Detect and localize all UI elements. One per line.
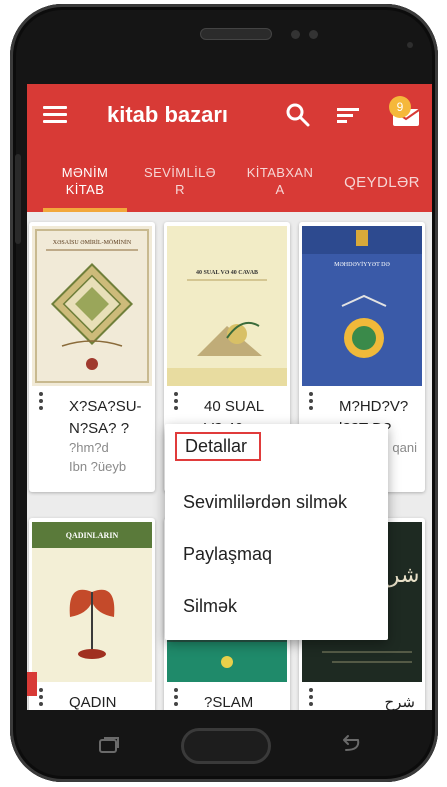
book-card[interactable]: QADINLARIN QADIN xyxy=(29,518,155,710)
book-cover[interactable]: QADINLARIN xyxy=(32,522,152,682)
tab-bar: MƏNİM KİTAB SEVİMLİLƏ R KİTABXAN A QEYDL… xyxy=(27,158,432,212)
tab-label: KİTAB xyxy=(65,182,105,197)
recent-apps-icon[interactable] xyxy=(98,736,120,754)
search-icon[interactable] xyxy=(285,102,311,128)
book-title: QADIN xyxy=(69,694,117,710)
tab-label: A xyxy=(275,182,285,197)
more-vert-icon[interactable] xyxy=(39,392,45,414)
book-cover[interactable]: MƏHDƏVİYYƏT DƏ xyxy=(302,226,422,386)
home-button[interactable] xyxy=(181,728,271,764)
menu-item-share[interactable]: Paylaşmaq xyxy=(183,544,272,565)
tab-label: KİTABXAN xyxy=(246,165,314,180)
tab-sevimliler[interactable]: SEVİMLİLƏ R xyxy=(137,164,223,218)
book-card[interactable]: XƏSAİSU ƏMİRİL-MÖMİNİN X?SA?SU- N?SA? ? ?… xyxy=(29,222,155,492)
cover-heading: MƏHDƏVİYYƏT DƏ xyxy=(334,261,390,268)
tab-indicator xyxy=(43,208,127,212)
tab-label: MƏNİM xyxy=(61,165,109,180)
more-vert-icon[interactable] xyxy=(39,688,45,710)
cover-heading: QADINLARIN xyxy=(66,531,119,540)
light-sensor xyxy=(407,42,413,48)
edge-marker xyxy=(27,672,37,696)
tab-label: SEVİMLİLƏ xyxy=(144,165,216,180)
more-vert-icon[interactable] xyxy=(174,392,180,414)
app-screen: kitab bazarı 9 MƏNİM KİTAB SEVİMLİLƏ R K… xyxy=(27,84,432,710)
cover-heading: 40 SUAL VƏ 40 CAVAB xyxy=(196,270,258,276)
proximity-sensor xyxy=(309,30,318,39)
book-cover[interactable]: XƏSAİSU ƏMİRİL-MÖMİNİN xyxy=(32,226,152,386)
book-cover[interactable]: 40 SUAL VƏ 40 CAVAB xyxy=(167,226,287,386)
book-title: ?SLAM xyxy=(204,694,254,710)
app-bar: kitab bazarı 9 MƏNİM KİTAB SEVİMLİLƏ R K… xyxy=(27,84,432,212)
speaker xyxy=(200,28,272,40)
more-vert-icon[interactable] xyxy=(309,688,315,710)
front-camera xyxy=(291,30,300,39)
menu-item-detallar[interactable]: Detallar xyxy=(175,432,262,461)
notification-badge: 9 xyxy=(389,96,411,118)
more-vert-icon[interactable] xyxy=(174,688,180,710)
menu-item-remove-favorite[interactable]: Sevimlilərdən silmək xyxy=(183,492,347,513)
power-button xyxy=(15,154,21,244)
back-icon[interactable] xyxy=(336,734,362,754)
context-menu: Detallar Sevimlilərdən silmək Paylaşmaq … xyxy=(165,424,388,640)
app-title: kitab bazarı xyxy=(107,102,229,127)
more-vert-icon[interactable] xyxy=(309,392,315,414)
sort-icon[interactable] xyxy=(337,108,359,124)
tab-label: QEYDLƏR xyxy=(344,174,420,191)
cover-heading: XƏSAİSU ƏMİRİL-MÖMİNİN xyxy=(53,239,132,246)
book-title: X?SA?SU- N?SA? ? xyxy=(69,398,142,437)
book-title: شرح xyxy=(384,694,415,710)
book-author: ?hm?d Ibn ?üeyb xyxy=(69,440,127,474)
tab-label: R xyxy=(175,182,185,197)
tab-qeydler[interactable]: QEYDLƏR xyxy=(337,174,427,228)
tab-kitabxana[interactable]: KİTABXAN A xyxy=(237,164,323,218)
hamburger-icon[interactable] xyxy=(43,106,67,124)
menu-item-delete[interactable]: Silmək xyxy=(183,596,237,617)
